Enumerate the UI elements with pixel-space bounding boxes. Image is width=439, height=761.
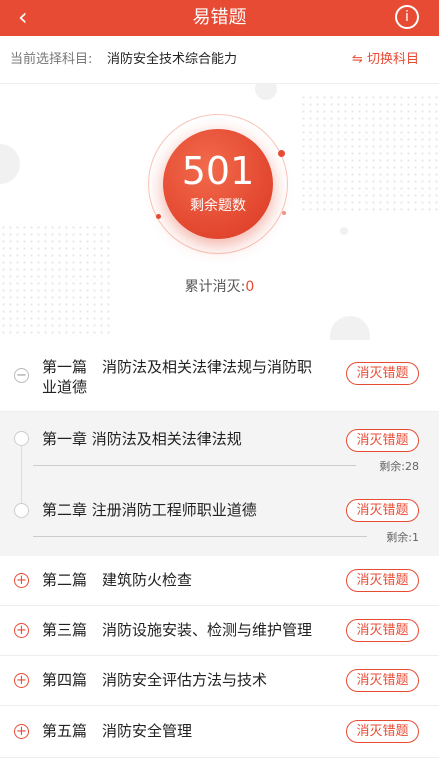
- subject-name: 消防安全技术综合能力: [107, 52, 238, 67]
- section-row[interactable]: + 第三篇 消防设施安装、检测与维护管理 消灭错题: [0, 606, 439, 656]
- chapter-list: 第一章 消防法及相关法律法规 消灭错题 剩余:28 第二章 注册消防工程师职业道…: [0, 412, 439, 556]
- stats-panel: 501 剩余题数 累计消灭:0: [0, 84, 439, 340]
- info-icon[interactable]: i: [395, 5, 419, 29]
- eliminate-button[interactable]: 消灭错题: [346, 619, 419, 642]
- expand-icon[interactable]: +: [14, 724, 29, 739]
- ring-dot: [282, 211, 286, 215]
- page-title: 易错题: [192, 7, 247, 28]
- remaining-count: 501: [181, 149, 255, 193]
- chapter-title[interactable]: 第一章 消防法及相关法律法规: [42, 429, 242, 449]
- expand-icon[interactable]: +: [14, 623, 29, 638]
- section-title: 第三篇 消防设施安装、检测与维护管理: [42, 621, 313, 639]
- subject-bar: 当前选择科目: 消防安全技术综合能力 ⇋ 切换科目: [0, 36, 439, 84]
- eliminate-button[interactable]: 消灭错题: [346, 362, 419, 385]
- chapter-title[interactable]: 第二章 注册消防工程师职业道德: [42, 500, 257, 520]
- eliminate-button[interactable]: 消灭错题: [346, 669, 419, 692]
- decor-blob: [340, 227, 348, 235]
- ring-dot: [278, 150, 285, 157]
- switch-subject-button[interactable]: ⇋ 切换科目: [352, 36, 419, 84]
- collapse-icon[interactable]: −: [14, 368, 29, 383]
- dot-pattern: [300, 94, 439, 214]
- expand-icon[interactable]: +: [14, 673, 29, 688]
- section-row[interactable]: + 第二篇 建筑防火检查 消灭错题: [0, 556, 439, 606]
- remaining-text: 剩余:1: [386, 531, 419, 544]
- section-row[interactable]: − 第一篇 消防法及相关法律法规与消防职 业道德 消灭错题: [0, 340, 439, 412]
- remaining-text: 剩余:28: [379, 460, 419, 473]
- section-title: 第五篇 消防安全管理: [42, 722, 193, 740]
- expand-icon[interactable]: +: [14, 573, 29, 588]
- cumulative-label: 累计消灭:: [184, 279, 246, 295]
- progress-line: [33, 465, 356, 466]
- section-row[interactable]: + 第四篇 消防安全评估方法与技术 消灭错题: [0, 656, 439, 706]
- section-title: 第四篇 消防安全评估方法与技术: [42, 671, 268, 689]
- progress-line: [33, 536, 367, 537]
- section-title: 第一篇 消防法及相关法律法规与消防职 业道德: [42, 358, 313, 396]
- chapter-bullet-icon: [14, 431, 29, 446]
- eliminate-button[interactable]: 消灭错题: [346, 720, 419, 743]
- ring-dot: [156, 214, 161, 219]
- eliminate-button[interactable]: 消灭错题: [346, 499, 419, 522]
- decor-blob: [330, 316, 370, 340]
- eliminate-button[interactable]: 消灭错题: [346, 569, 419, 592]
- eliminate-button[interactable]: 消灭错题: [346, 429, 419, 452]
- subject-label: 当前选择科目:: [10, 52, 93, 67]
- cumulative-eliminated: 累计消灭:0: [0, 276, 439, 296]
- chapter-bullet-icon: [14, 503, 29, 518]
- decor-blob: [255, 84, 277, 100]
- remaining-circle: 501 剩余题数: [163, 129, 273, 239]
- section-title: 第二篇 建筑防火检查: [42, 571, 193, 589]
- section-row[interactable]: + 第五篇 消防安全管理 消灭错题: [0, 706, 439, 758]
- navigation-bar: ‹ 易错题 i: [0, 0, 439, 36]
- remaining-label: 剩余题数: [190, 198, 246, 214]
- cumulative-value: 0: [245, 279, 255, 295]
- decor-blob: [0, 144, 20, 184]
